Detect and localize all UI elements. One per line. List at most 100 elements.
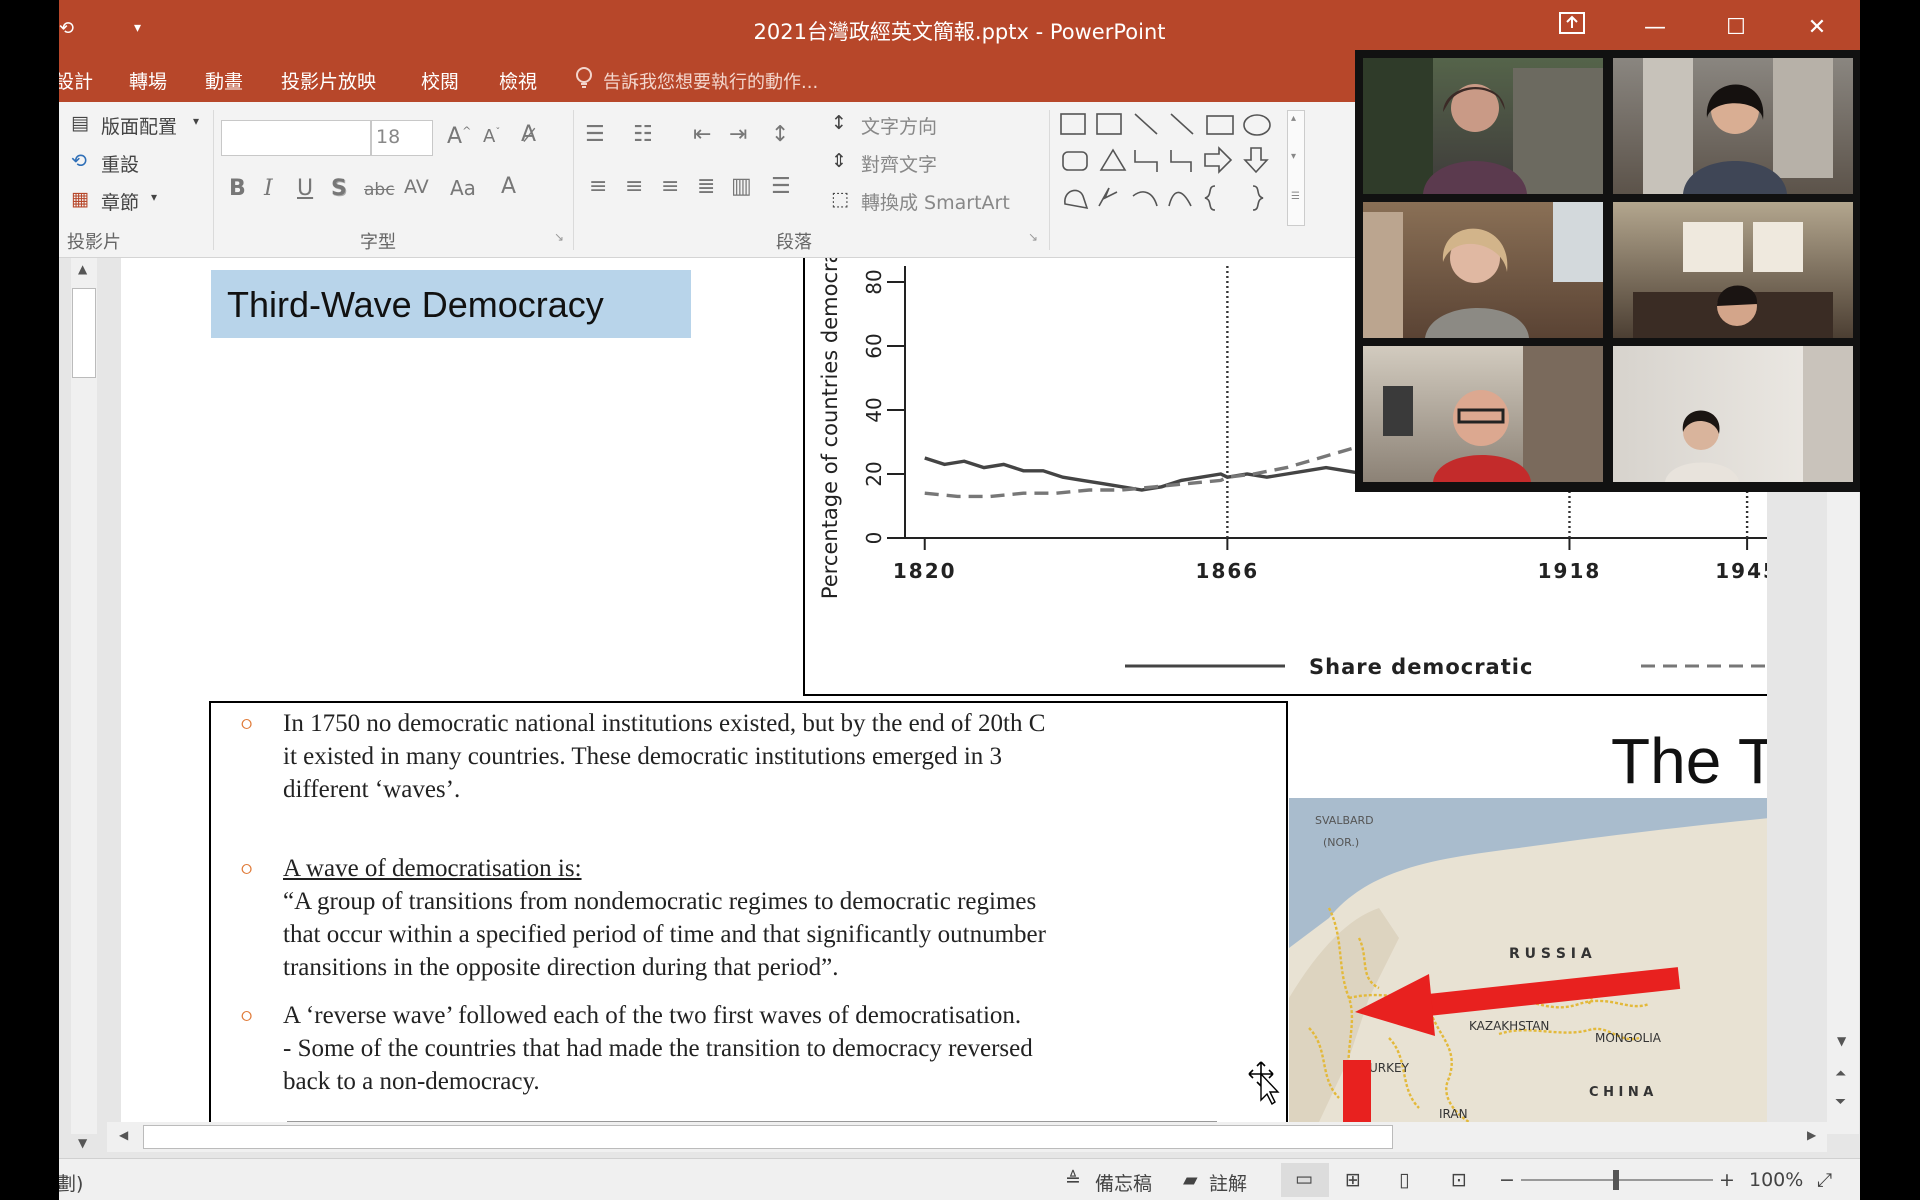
text-panel[interactable]: ⭘ In 1750 no democratic national institu… [209,701,1288,1122]
text-direction-button[interactable]: 文字方向 [861,112,937,139]
zoom-slider[interactable] [1521,1170,1713,1190]
tab-design[interactable]: 設計 [59,67,93,94]
zoom-level[interactable]: 100% [1749,1169,1803,1191]
bullet-1-line: it existed in many countries. These demo… [283,743,1003,770]
character-spacing-icon[interactable]: AV [404,176,429,198]
normal-view-icon: ▭ [1295,1168,1313,1190]
zoom-slider-thumb[interactable] [1613,1170,1619,1190]
numbering-icon[interactable]: ☷ [633,122,653,147]
map-slide-title: The Third [1611,725,1767,797]
previous-slide-icon[interactable]: ⏶ [1835,1066,1846,1082]
scroll-down-icon[interactable]: ▼ [1837,1034,1846,1048]
x-tick-label: 1918 [1538,559,1602,583]
comments-button[interactable]: 註解 [1209,1169,1247,1196]
tab-animations[interactable]: 動畫 [205,67,243,94]
layout-button[interactable]: 版面配置 [101,112,177,139]
align-text-button[interactable]: 對齊文字 [861,150,937,177]
paragraph-dialog-launcher-icon[interactable]: ↘ [1028,230,1038,244]
bullet-marker: ⭘ [241,717,253,733]
thumbnail-scrollbar[interactable]: ▲ ▼ [71,258,97,1150]
increase-indent-icon[interactable]: ⇥ [729,122,747,147]
reset-button[interactable]: 重設 [101,150,139,177]
zoom-in-icon[interactable]: + [1719,1169,1735,1191]
video-tile[interactable] [1363,202,1603,338]
scroll-down-icon[interactable]: ▼ [78,1136,87,1150]
ribbon-display-options-icon[interactable] [1552,10,1592,46]
video-gallery[interactable] [1355,50,1860,492]
video-tile[interactable] [1613,58,1853,194]
paragraph-group-label: 段落 [776,232,812,253]
tab-review[interactable]: 校閱 [421,67,459,94]
lightbulb-icon [574,66,594,95]
x-tick-label: 1820 [893,559,957,583]
font-name-input[interactable] [221,120,371,156]
grow-font-icon[interactable]: A^ [447,124,471,149]
bullet-1: In 1750 no democratic national instituti… [283,707,1045,806]
bullet-3-line: A ‘reverse wave’ followed each of the tw… [283,1002,1022,1029]
bullet-2-line: transitions in the opposite direction du… [283,954,839,981]
y-tick-label: 0 [862,532,886,545]
change-case-icon[interactable]: Aa [450,176,476,200]
layout-dropdown-icon[interactable]: ▾ [193,114,199,128]
align-right-icon[interactable]: ≡ [661,174,679,199]
move-cursor-icon [1248,1061,1280,1106]
clear-formatting-icon[interactable]: A̷ [521,122,536,147]
shrink-font-icon[interactable]: Aˇ [483,126,500,147]
tell-me-search[interactable]: 告訴我您想要執行的動作... [603,68,818,94]
font-size-input[interactable]: 18 [371,120,433,156]
font-dialog-launcher-icon[interactable]: ↘ [554,230,564,244]
map-label-kazakhstan: KAZAKHSTAN [1469,1019,1549,1033]
normal-view-button[interactable]: ▭ [1281,1163,1329,1197]
slide-sorter-icon[interactable]: ⊞ [1345,1169,1361,1191]
y-axis-label: Percentage of countries democratic [818,258,842,599]
close-icon[interactable]: ✕ [1797,10,1837,46]
slideshow-icon[interactable]: ⊡ [1451,1169,1467,1191]
align-left-icon[interactable]: ≡ [589,174,607,199]
video-tile[interactable] [1363,346,1603,482]
next-slide-icon[interactable]: ⏷ [1835,1094,1846,1110]
world-map[interactable]: SVALBARD (NOR.) R U S S I A KAZAKHSTAN M… [1289,798,1767,1122]
legend-label: Share democratic [1309,655,1533,679]
columns-icon[interactable]: ☰ [771,174,791,199]
video-tile[interactable] [1613,346,1853,482]
notes-button[interactable]: 備忘稿 [1095,1169,1152,1196]
zoom-out-icon[interactable]: − [1499,1169,1515,1191]
section-dropdown-icon[interactable]: ▾ [151,190,157,204]
reading-view-icon[interactable]: ▯ [1399,1169,1409,1191]
underline-icon[interactable]: U [297,176,313,201]
align-center-icon[interactable]: ≡ [625,174,643,199]
shadow-icon[interactable]: S [331,176,347,201]
shapes-gallery-scroll[interactable]: ▴ ▾ ☰ [1287,110,1305,226]
justify-icon[interactable]: ≣ [697,174,715,199]
slide-title-box[interactable]: Third-Wave Democracy [211,270,691,338]
red-arrow-vertical [1343,1060,1371,1122]
section-button[interactable]: 章節 [101,188,139,215]
bold-icon[interactable]: B [229,176,246,201]
bullets-icon[interactable]: ☰ [585,122,605,147]
scroll-thumb[interactable] [143,1125,1393,1149]
strikethrough-icon[interactable]: abc [364,180,395,200]
thumbnail-pane: ▲ ▼ [59,258,119,1150]
tab-slideshow[interactable]: 投影片放映 [281,67,376,94]
font-color-icon[interactable]: A [501,174,516,199]
line-spacing-icon[interactable]: ↕ [771,122,789,147]
video-tile[interactable] [1613,202,1853,338]
distributed-icon[interactable]: ▥ [731,174,752,199]
scroll-right-icon[interactable]: ▶ [1807,1128,1816,1142]
minimize-icon[interactable]: — [1635,10,1675,46]
tab-transitions[interactable]: 轉場 [129,67,167,94]
scroll-thumb[interactable] [72,288,96,378]
video-tile[interactable] [1363,58,1603,194]
italic-icon[interactable]: I [264,176,273,201]
scroll-up-icon[interactable]: ▲ [78,262,87,276]
left-black-margin [0,0,59,1200]
tab-view[interactable]: 檢視 [499,67,537,94]
bullet-marker: ⭘ [241,862,253,878]
slide-horizontal-scrollbar[interactable]: ◀ ▶ [107,1122,1827,1152]
decrease-indent-icon[interactable]: ⇤ [693,122,711,147]
convert-smartart-button[interactable]: 轉換成 SmartArt [861,188,1010,215]
fit-to-window-icon[interactable]: ⤢ [1817,1169,1832,1191]
shapes-gallery[interactable] [1057,110,1287,220]
maximize-icon[interactable]: ☐ [1716,10,1756,46]
scroll-left-icon[interactable]: ◀ [119,1128,128,1142]
